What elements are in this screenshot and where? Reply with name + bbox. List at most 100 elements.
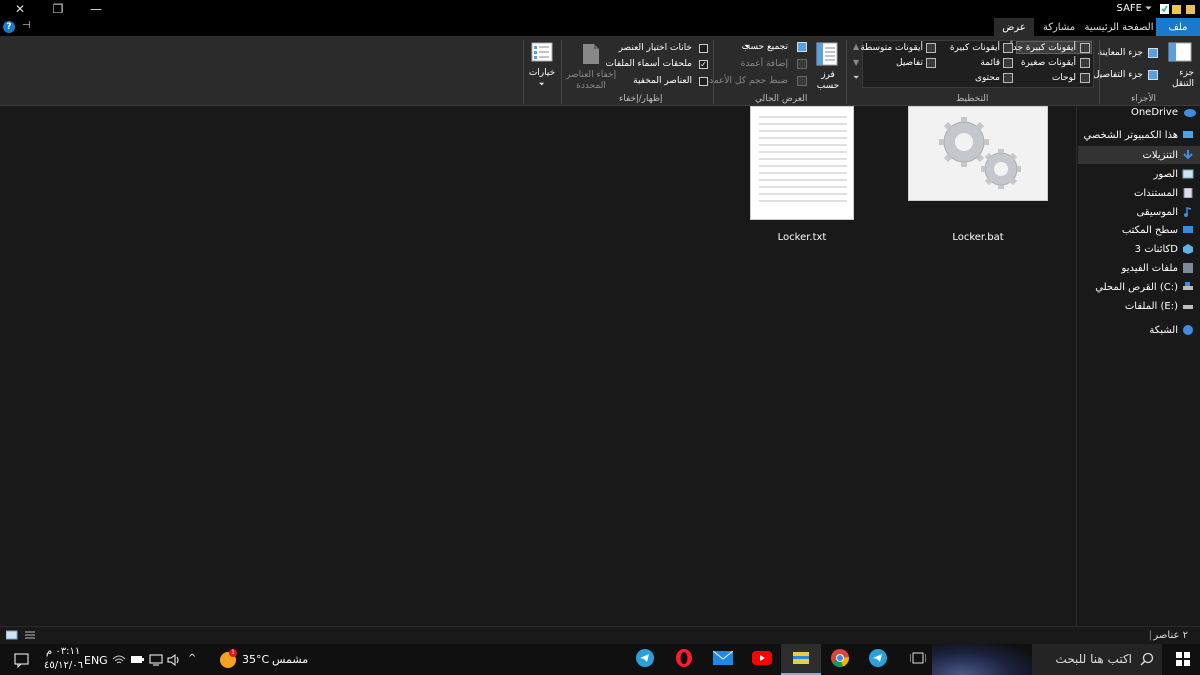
group-by-dropdown-icon[interactable]: ⏷ [744, 42, 750, 52]
nav-item-videos[interactable]: ملفات الفيديو [1076, 259, 1200, 277]
nav-item-drive-e[interactable]: الملفات (E:) [1076, 297, 1200, 315]
item-checkboxes-checkbox[interactable] [699, 44, 708, 53]
clock-date[interactable]: ٤٥/١٢/٠٦ [44, 660, 83, 671]
nav-item-onedrive[interactable]: OneDrive [1076, 103, 1200, 121]
nav-item-label: الصور [1153, 168, 1179, 180]
item-count: ٢ عناصر [1153, 630, 1188, 641]
nav-item-3d-objects[interactable]: كائنات 3D [1076, 240, 1200, 258]
show-hidden-icons-icon[interactable]: ^ [188, 653, 196, 664]
layout-list[interactable]: قائمة [980, 58, 1000, 68]
volume-icon[interactable] [167, 654, 181, 669]
size-columns-button[interactable]: ضبط حجم كل الأعمدة [704, 76, 788, 86]
search-input[interactable]: اكتب هنا للبحث [1056, 652, 1132, 666]
tab-share[interactable]: مشاركة [1036, 18, 1082, 36]
new-folder-icon[interactable] [1171, 3, 1182, 15]
options-icon [531, 42, 553, 65]
taskbar-telegram-2[interactable] [625, 644, 665, 675]
nav-item-desktop[interactable]: سطح المكتب [1076, 221, 1200, 239]
file-extensions-checkbox[interactable]: ✓ [699, 60, 708, 69]
ribbon-separator [1099, 40, 1100, 104]
details-icon [926, 58, 936, 68]
network-tray-icon[interactable] [149, 654, 163, 669]
nav-item-downloads[interactable]: التنزيلات [1078, 146, 1200, 164]
nav-item-music[interactable]: الموسيقى [1076, 203, 1200, 221]
preview-pane-button[interactable]: جزء المعاينة [1098, 48, 1143, 58]
minimize-button[interactable]: — [76, 0, 116, 18]
nav-pane-icon [1168, 42, 1192, 65]
batch-file-icon [908, 106, 1048, 201]
layout-content[interactable]: محتوى [975, 73, 1000, 83]
nav-item-label: الموسيقى [1136, 206, 1178, 218]
layout-details[interactable]: تفاصيل [896, 58, 923, 68]
nav-pane-button[interactable]: جزء التنقل [1164, 42, 1196, 92]
group-by-icon [797, 42, 807, 52]
item-checkboxes-label: خانات اختيار العنصر [618, 43, 692, 53]
sort-by-button[interactable]: فرز حسب [815, 42, 841, 92]
search-icon [1140, 652, 1154, 669]
hidden-items-checkbox[interactable] [699, 77, 708, 86]
close-button[interactable]: ✕ [0, 0, 40, 18]
show-hide-group-label: إظهار/إخفاء [619, 94, 663, 104]
nav-item-label: الشبكة [1149, 324, 1178, 336]
file-item-locker-txt[interactable]: Locker.txt [732, 106, 872, 246]
wifi-icon[interactable] [112, 654, 126, 669]
layout-large[interactable]: أيقونات كبيرة [950, 43, 1000, 53]
taskbar-telegram[interactable] [858, 644, 898, 675]
nav-item-this-pc[interactable]: هذا الكمبيوتر الشخصي [1076, 126, 1200, 144]
properties-icon[interactable] [1159, 3, 1170, 15]
clock-time[interactable]: ٠٣:١١ م [46, 646, 80, 657]
nav-item-label: المستندات [1133, 187, 1178, 199]
tab-file[interactable]: ملف [1156, 18, 1200, 36]
input-language[interactable]: ENG [84, 654, 108, 667]
add-columns-button[interactable]: إضافة أعمدة [741, 59, 788, 69]
windows-start-icon[interactable] [1176, 652, 1190, 666]
taskbar-mail[interactable] [703, 644, 743, 675]
taskbar-chrome[interactable] [820, 644, 860, 675]
layout-extra-large[interactable]: أيقونات كبيرة جداً [1010, 43, 1076, 53]
options-button[interactable]: خيارات ⏷ [527, 42, 557, 92]
layout-scroll-up[interactable]: ▲ [853, 42, 859, 51]
tab-home[interactable]: الصفحة الرئيسية [1082, 18, 1156, 36]
nav-item-network[interactable]: الشبكة [1076, 321, 1200, 339]
taskbar-file-explorer[interactable] [781, 644, 821, 675]
nav-item-documents[interactable]: المستندات [1076, 184, 1200, 202]
help-icon[interactable]: ? [3, 21, 15, 33]
pin-icon[interactable]: ⊣ [22, 20, 31, 31]
notification-icon[interactable] [14, 652, 30, 671]
layout-tiles[interactable]: لوحات [1052, 73, 1076, 83]
extra-large-icons-icon [1080, 43, 1090, 53]
weather-description[interactable]: مشمس [272, 653, 308, 666]
file-view: Locker.bat Locker.txt [0, 106, 1076, 626]
tab-view[interactable]: عرض [994, 18, 1034, 36]
weather-temperature[interactable]: 35°C [242, 653, 269, 666]
nav-item-drive-c[interactable]: القرص المحلي (C:) [1076, 278, 1200, 296]
ribbon-tabs: ? ⊣ ملف الصفحة الرئيسية مشاركة عرض [0, 18, 1200, 36]
layout-more[interactable]: ⏷ [853, 73, 859, 83]
taskbar-youtube[interactable] [742, 644, 782, 675]
list-icon [1003, 58, 1013, 68]
taskbar-opera[interactable] [664, 644, 704, 675]
task-view-button[interactable] [898, 644, 938, 675]
nav-item-label: كائنات 3D [1134, 243, 1178, 255]
details-view-icon[interactable] [5, 630, 18, 643]
text-file-icon [750, 106, 854, 220]
maximize-button[interactable]: ❐ [38, 0, 78, 18]
battery-icon[interactable] [130, 655, 144, 668]
nav-item-pictures[interactable]: الصور [1076, 165, 1200, 183]
desktop-icon [1182, 225, 1194, 235]
file-name: Locker.txt [777, 232, 827, 243]
details-pane-button[interactable]: جزء التفاصيل [1093, 70, 1143, 80]
hide-selected-button[interactable]: إخفاء العناصر المحددة [566, 40, 616, 92]
layout-small[interactable]: أيقونات صغيرة [1021, 58, 1076, 68]
download-icon [1182, 150, 1194, 160]
nav-item-label: الملفات (E:) [1124, 300, 1178, 312]
search-box[interactable]: اكتب هنا للبحث [1032, 644, 1162, 675]
customize-quick-access-icon[interactable]: ⏷ [1145, 4, 1156, 16]
tiles-icon [1080, 73, 1090, 83]
large-icons-view-icon[interactable] [24, 630, 36, 643]
layout-medium[interactable]: أيقونات متوسطة [860, 43, 923, 53]
small-icons-icon [1080, 58, 1090, 68]
taskbar: اكتب هنا للبحث مشمس 35°C 1 ^ ENG ٠٣:١١ م… [0, 644, 1200, 675]
file-item-locker-bat[interactable]: Locker.bat [908, 106, 1048, 246]
layout-scroll-down[interactable]: ▼ [853, 58, 859, 67]
